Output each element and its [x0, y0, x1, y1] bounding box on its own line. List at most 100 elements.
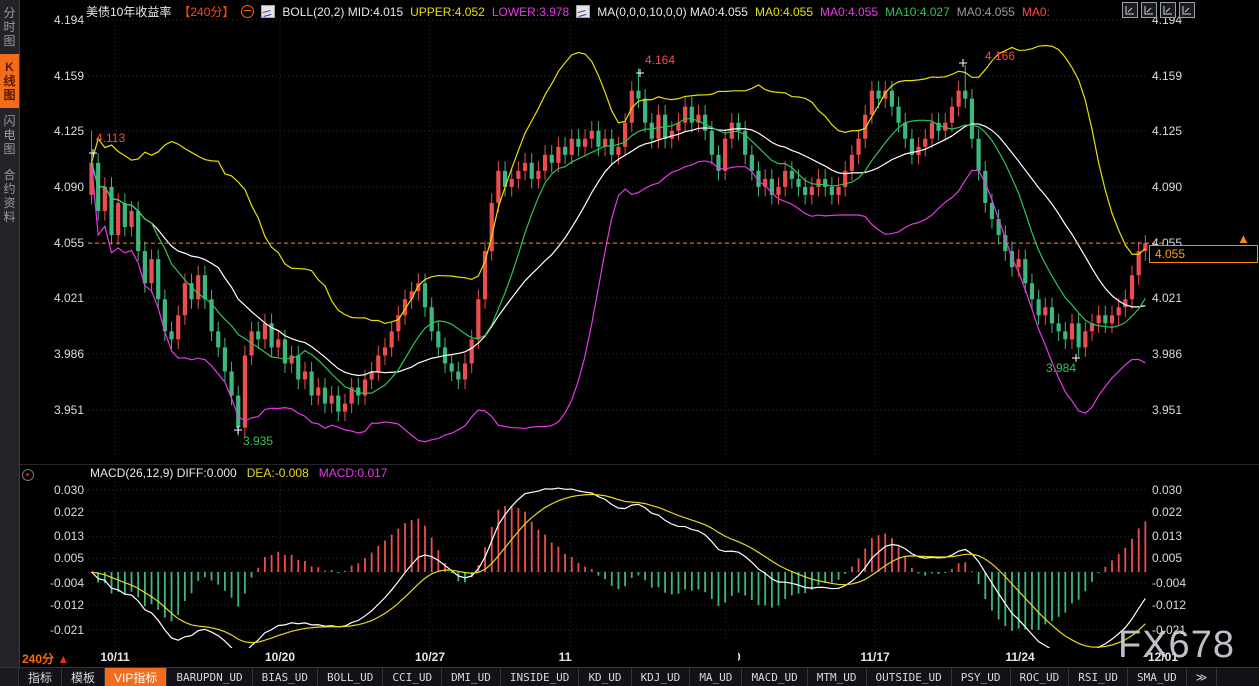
price-tick-right-6: 3.986 — [1152, 347, 1212, 361]
header-seg-12: MA0:4.055 — [957, 5, 1015, 19]
tab-BIAS_UD[interactable]: BIAS_UD — [253, 668, 318, 686]
overlay-lines — [92, 46, 1146, 442]
sidebar-item-1[interactable]: K线图 — [0, 54, 19, 108]
price-tick-left-1: 4.159 — [24, 69, 84, 83]
macd-tick-left-2: 0.013 — [24, 529, 84, 543]
price-tick-right-2: 4.125 — [1152, 124, 1212, 138]
date-label-6: 11/24 — [1005, 650, 1034, 664]
date-label-5: 11/17 — [860, 650, 889, 664]
candles — [89, 65, 1147, 437]
macd-header-seg-2: MACD:0.017 — [319, 466, 388, 480]
macd-header-seg-1: DEA:-0.008 — [247, 466, 309, 480]
macd-tick-left-0: 0.030 — [24, 483, 84, 497]
svg-text:4.164: 4.164 — [645, 53, 675, 67]
price-tick-left-7: 3.951 — [24, 403, 84, 417]
macd-tick-right-4: -0.004 — [1152, 576, 1212, 590]
tab-MA_UD[interactable]: MA_UD — [690, 668, 742, 686]
price-tick-right-3: 4.090 — [1152, 180, 1212, 194]
date-label-1: 10/20 — [265, 650, 295, 664]
tab-KDJ_UD[interactable]: KDJ_UD — [632, 668, 691, 686]
tab-SMA_UD[interactable]: SMA_UD — [1128, 668, 1187, 686]
macd-tick-left-1: 0.022 — [24, 505, 84, 519]
macd-tick-right-3: 0.005 — [1152, 551, 1212, 565]
shift-right-icon[interactable] — [1179, 2, 1195, 18]
header-seg-10: MA0:4.055 — [820, 5, 878, 19]
indicator-toolbar: 指标模板VIP指标BARUPDN_UDBIAS_UDBOLL_UDCCI_UDD… — [0, 667, 1259, 686]
header-seg-5: UPPER:4.052 — [410, 5, 485, 19]
svg-text:4.166: 4.166 — [985, 49, 1015, 63]
price-up-arrow-icon: ▲ — [1237, 231, 1250, 246]
sidebar-item-0[interactable]: 分时图 — [0, 0, 19, 54]
macd-panel — [88, 488, 1148, 657]
price-tick-left-5: 4.021 — [24, 291, 84, 305]
price-tick-left-3: 4.090 — [24, 180, 84, 194]
header-seg-9: MA0:4.055 — [755, 5, 813, 19]
header-seg-4: BOLL(20,2) MID:4.015 — [282, 5, 403, 19]
svg-text:3.935: 3.935 — [243, 434, 273, 448]
header-seg-6: LOWER:3.978 — [492, 5, 569, 19]
price-tick-right-5: 4.021 — [1152, 291, 1212, 305]
tab-PSY_UD[interactable]: PSY_UD — [952, 668, 1011, 686]
tab-OUTSIDE_UD[interactable]: OUTSIDE_UD — [867, 668, 952, 686]
chart-canvas: 4.1134.1644.1663.9353.984 — [0, 0, 1259, 685]
pan-icon[interactable] — [1122, 2, 1138, 18]
macd-tick-left-5: -0.012 — [24, 598, 84, 612]
tab-ROC_UD[interactable]: ROC_UD — [1011, 668, 1070, 686]
axis-right-icon[interactable] — [1160, 2, 1176, 18]
tab-模板[interactable]: 模板 — [62, 668, 105, 686]
price-tick-left-2: 4.125 — [24, 124, 84, 138]
tab-≫[interactable]: ≫ — [1187, 668, 1218, 686]
trading-terminal: 4.1134.1644.1663.9353.984 分时图K线图闪电图合约资料 … — [0, 0, 1259, 685]
price-tick-left-6: 3.986 — [24, 347, 84, 361]
chart-header: 美债10年收益率【240分】 BOLL(20,2) MID:4.015 UPPER:… — [86, 3, 1050, 20]
watermark: FX678 — [1118, 624, 1235, 667]
date-label-2: 10/27 — [415, 650, 445, 664]
sidebar-item-2[interactable]: 闪电图 — [0, 108, 19, 162]
macd-tick-right-5: -0.012 — [1152, 598, 1212, 612]
tab-指标[interactable]: 指标 — [19, 668, 62, 686]
tab-VIP指标[interactable]: VIP指标 — [105, 668, 167, 686]
price-tick-left-4: 4.055 — [24, 236, 84, 250]
indicator-chart-icon[interactable] — [576, 5, 590, 18]
price-annotations: 4.1134.1644.1663.9353.984 — [89, 49, 1080, 448]
redaction-box — [572, 645, 738, 666]
tab-RSI_UD[interactable]: RSI_UD — [1069, 668, 1128, 686]
header-seg-1: 【240分】 — [178, 3, 234, 20]
macd-tick-left-6: -0.021 — [24, 623, 84, 637]
gridlines — [88, 14, 1148, 648]
tab-BARUPDN_UD[interactable]: BARUPDN_UD — [167, 668, 252, 686]
sidebar-item-3[interactable]: 合约资料 — [0, 162, 19, 230]
tab-INSIDE_UD[interactable]: INSIDE_UD — [501, 668, 580, 686]
price-tick-right-7: 3.951 — [1152, 403, 1212, 417]
macd-header: MACD(26,12,9) DIFF:0.000 DEA:-0.008 MACD:0… — [90, 466, 387, 480]
current-price-box: 4.055 — [1149, 245, 1258, 263]
header-seg-0: 美债10年收益率 — [86, 3, 171, 20]
price-tick-left-0: 4.194 — [24, 13, 84, 27]
macd-tick-right-0: 0.030 — [1152, 483, 1212, 497]
macd-tick-left-3: 0.005 — [24, 551, 84, 565]
price-tick-right-1: 4.159 — [1152, 69, 1212, 83]
tab-BOLL_UD[interactable]: BOLL_UD — [318, 668, 383, 686]
tab-DMI_UD[interactable]: DMI_UD — [442, 668, 501, 686]
indicator-chart-icon[interactable] — [261, 5, 275, 18]
header-seg-11: MA10:4.027 — [885, 5, 950, 19]
toolbar-corner-icon[interactable] — [0, 668, 19, 686]
svg-text:4.113: 4.113 — [96, 131, 125, 145]
macd-panel-icon[interactable] — [22, 469, 34, 481]
left-sidebar: 分时图K线图闪电图合约资料 — [0, 0, 20, 685]
tab-MACD_UD[interactable]: MACD_UD — [742, 668, 807, 686]
header-seg-8: MA(0,0,0,10,0,0) MA0:4.055 — [597, 5, 748, 19]
period-indicator[interactable]: 240分 ▲ — [22, 650, 69, 667]
date-label-0: 10/11 — [100, 650, 129, 664]
tab-CCI_UD[interactable]: CCI_UD — [383, 668, 442, 686]
axis-left-icon[interactable] — [1141, 2, 1157, 18]
minus-circle-icon[interactable] — [241, 5, 254, 18]
header-seg-13: MA0: — [1022, 5, 1050, 19]
macd-tick-right-1: 0.022 — [1152, 505, 1212, 519]
window-icon-row — [1122, 2, 1195, 18]
macd-tick-left-4: -0.004 — [24, 576, 84, 590]
macd-header-seg-0: MACD(26,12,9) DIFF:0.000 — [90, 466, 237, 480]
tab-KD_UD[interactable]: KD_UD — [579, 668, 631, 686]
macd-tick-right-2: 0.013 — [1152, 529, 1212, 543]
tab-MTM_UD[interactable]: MTM_UD — [808, 668, 867, 686]
